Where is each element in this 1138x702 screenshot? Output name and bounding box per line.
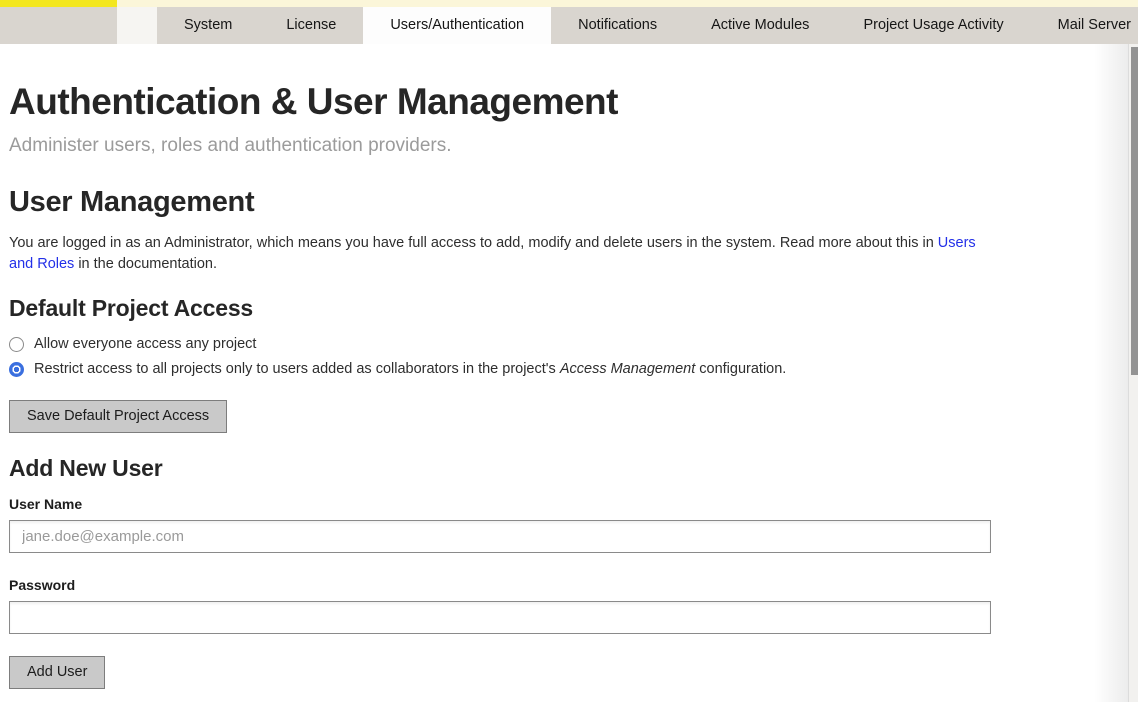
radio-option-restrict-access[interactable]: Restrict access to all projects only to … bbox=[9, 361, 1128, 377]
header-spacer bbox=[117, 7, 157, 44]
top-accent-strip bbox=[0, 0, 1138, 7]
vertical-scrollbar[interactable] bbox=[1128, 44, 1138, 702]
username-input[interactable] bbox=[9, 520, 991, 553]
username-label: User Name bbox=[9, 497, 1128, 511]
user-management-intro: You are logged in as an Administrator, w… bbox=[9, 233, 994, 275]
tab-active-modules[interactable]: Active Modules bbox=[684, 7, 836, 44]
tab-users-authentication[interactable]: Users/Authentication bbox=[363, 7, 551, 44]
radio-option-allow-everyone[interactable]: Allow everyone access any project bbox=[9, 336, 1128, 352]
tab-system[interactable]: System bbox=[157, 7, 259, 44]
scrollbar-thumb[interactable] bbox=[1131, 47, 1138, 375]
radio-unchecked-icon[interactable] bbox=[9, 337, 24, 352]
intro-text-before: You are logged in as an Administrator, w… bbox=[9, 235, 938, 251]
restrict-label-before: Restrict access to all projects only to … bbox=[34, 361, 560, 377]
save-default-project-access-button[interactable]: Save Default Project Access bbox=[9, 400, 227, 433]
user-management-heading: User Management bbox=[9, 185, 1128, 219]
password-label: Password bbox=[9, 578, 1128, 592]
radio-checked-icon[interactable] bbox=[9, 362, 24, 377]
add-new-user-heading: Add New User bbox=[9, 455, 1128, 482]
add-user-button[interactable]: Add User bbox=[9, 656, 105, 689]
restrict-label-after: configuration. bbox=[695, 361, 786, 377]
default-project-access-heading: Default Project Access bbox=[9, 295, 1128, 322]
tab-mail-server[interactable]: Mail Server bbox=[1031, 7, 1138, 44]
radio-restrict-label: Restrict access to all projects only to … bbox=[34, 361, 786, 377]
brand-accent-bar bbox=[0, 0, 117, 7]
tab-project-usage-activity[interactable]: Project Usage Activity bbox=[836, 7, 1030, 44]
header: System License Users/Authentication Noti… bbox=[0, 7, 1138, 44]
logo-block bbox=[0, 7, 117, 44]
tab-license[interactable]: License bbox=[259, 7, 363, 44]
password-input[interactable] bbox=[9, 601, 991, 634]
restrict-label-italic: Access Management bbox=[560, 361, 695, 377]
page-title: Authentication & User Management bbox=[9, 80, 1128, 123]
tab-bar: System License Users/Authentication Noti… bbox=[157, 7, 1138, 44]
main-content: Authentication & User Management Adminis… bbox=[0, 44, 1128, 702]
page-subtitle: Administer users, roles and authenticati… bbox=[9, 135, 1128, 157]
intro-text-after: in the documentation. bbox=[74, 256, 217, 272]
radio-allow-label: Allow everyone access any project bbox=[34, 336, 256, 352]
tab-notifications[interactable]: Notifications bbox=[551, 7, 684, 44]
